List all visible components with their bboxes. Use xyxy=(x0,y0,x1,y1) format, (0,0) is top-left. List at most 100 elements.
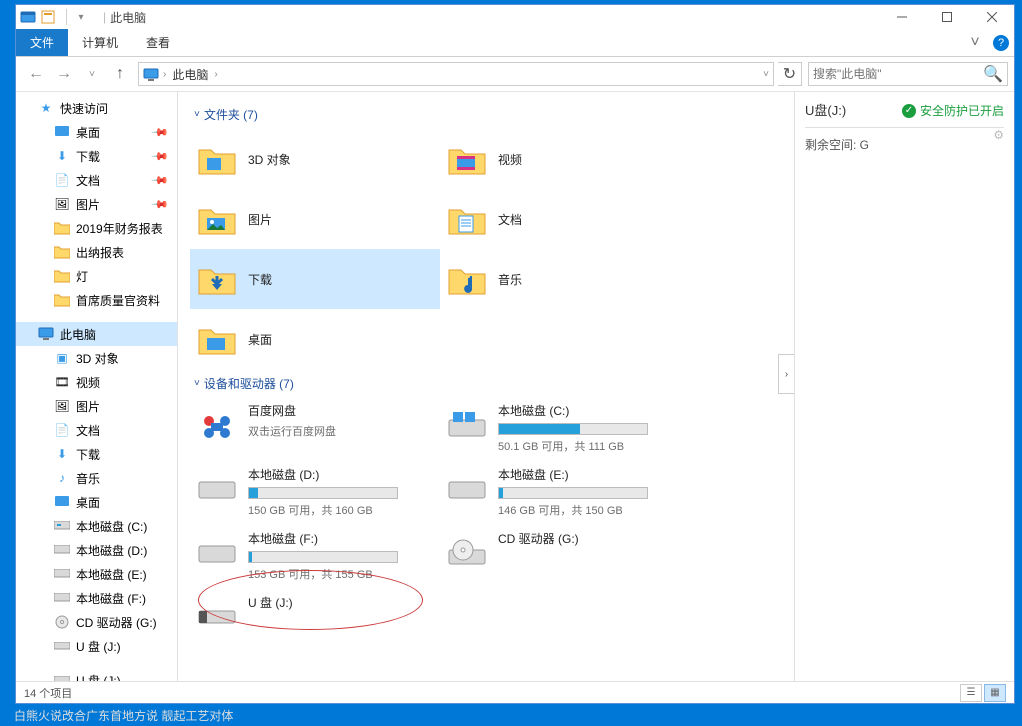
download-icon: ⬇ xyxy=(54,148,70,164)
sidebar-item-folder-fin2019[interactable]: 2019年财务报表 xyxy=(16,216,177,240)
nav-recent-button[interactable]: ˅ xyxy=(80,62,104,86)
disk-icon xyxy=(444,466,490,512)
sidebar-item-cd-g[interactable]: CD 驱动器 (G:) xyxy=(16,610,177,634)
picture-icon: 🖼 xyxy=(54,196,70,212)
close-button[interactable] xyxy=(969,5,1014,29)
folder-icon xyxy=(54,292,70,308)
nav-up-button[interactable]: ↑ xyxy=(108,62,132,86)
disk-icon xyxy=(54,566,70,582)
refresh-button[interactable]: ↻ xyxy=(778,62,802,86)
address-dropdown-icon[interactable]: ˅ xyxy=(763,69,769,80)
folder-video-icon xyxy=(444,136,490,182)
sidebar-item-folder-cashier[interactable]: 出纳报表 xyxy=(16,240,177,264)
desktop-icon xyxy=(54,124,70,140)
nav-back-button[interactable]: ← xyxy=(24,62,48,86)
tab-computer[interactable]: 计算机 xyxy=(68,29,132,56)
app-icon xyxy=(20,9,36,25)
sidebar-item-pictures[interactable]: 🖼图片 xyxy=(16,394,177,418)
star-icon: ★ xyxy=(38,100,54,116)
window-title-separator: | xyxy=(103,10,106,24)
sidebar-item-pictures[interactable]: 🖼图片📌 xyxy=(16,192,177,216)
pc-icon xyxy=(38,326,54,342)
capacity-bar xyxy=(248,551,398,563)
disk-icon xyxy=(194,530,240,576)
view-details-button[interactable]: ☰ xyxy=(960,684,982,702)
sidebar-item-disk-c[interactable]: 本地磁盘 (C:) xyxy=(16,514,177,538)
sidebar-item-usb-j-2[interactable]: U 盘 (J:) xyxy=(16,668,177,681)
folder-icon xyxy=(54,244,70,260)
status-item-count: 14 个项目 xyxy=(24,685,72,701)
body: ★快速访问 桌面📌 ⬇下载📌 📄文档📌 🖼图片📌 2019年财务报表 出纳报表 … xyxy=(16,91,1014,681)
sidebar-item-3d-objects[interactable]: ▣3D 对象 xyxy=(16,346,177,370)
details-space: 剩余空间: G xyxy=(805,136,1004,153)
sidebar-item-disk-e[interactable]: 本地磁盘 (E:) xyxy=(16,562,177,586)
cd-drive-icon xyxy=(444,530,490,576)
breadcrumb-sep-icon[interactable]: › xyxy=(214,69,217,80)
folder-item-documents[interactable]: 文档 xyxy=(440,189,690,249)
sidebar-item-disk-f[interactable]: 本地磁盘 (F:) xyxy=(16,586,177,610)
address-bar[interactable]: › 此电脑 › ˅ xyxy=(138,62,774,86)
search-box[interactable]: 🔍 xyxy=(808,62,1008,86)
sidebar-item-folder-chief[interactable]: 首席质量官资料 xyxy=(16,288,177,312)
search-icon[interactable]: 🔍 xyxy=(983,64,1003,84)
folder-item-pictures[interactable]: 图片 xyxy=(190,189,440,249)
maximize-button[interactable] xyxy=(924,5,969,29)
drive-item-usb-j[interactable]: U 盘 (J:) xyxy=(190,590,440,644)
sidebar-item-documents[interactable]: 📄文档 xyxy=(16,418,177,442)
folder-item-music[interactable]: 音乐 xyxy=(440,249,690,309)
drives-grid: 百度网盘双击运行百度网盘 本地磁盘 (C:)50.1 GB 可用，共 111 G… xyxy=(190,398,790,648)
folder-documents-icon xyxy=(444,196,490,242)
search-input[interactable] xyxy=(813,67,983,81)
sidebar-item-folder-deng[interactable]: 灯 xyxy=(16,264,177,288)
capacity-bar xyxy=(248,487,398,499)
qat-properties-icon[interactable] xyxy=(40,9,56,25)
folder-item-desktop[interactable]: 桌面 xyxy=(190,309,440,369)
folder-desktop-icon xyxy=(194,316,240,362)
sidebar-item-this-pc[interactable]: 此电脑 xyxy=(16,322,177,346)
sidebar-item-videos[interactable]: 🎞视频 xyxy=(16,370,177,394)
nav-forward-button[interactable]: → xyxy=(52,62,76,86)
drive-item-baidu[interactable]: 百度网盘双击运行百度网盘 xyxy=(190,398,440,458)
sidebar-item-downloads[interactable]: ⬇下载📌 xyxy=(16,144,177,168)
breadcrumb[interactable]: 此电脑 xyxy=(166,66,214,83)
ribbon-expand-icon[interactable]: ˅ xyxy=(962,29,988,56)
window-title: 此电脑 xyxy=(110,9,146,26)
drive-item-cd-g[interactable]: CD 驱动器 (G:) xyxy=(440,526,690,586)
help-icon: ? xyxy=(993,35,1009,51)
sidebar-item-music[interactable]: ♪音乐 xyxy=(16,466,177,490)
sidebar-item-documents[interactable]: 📄文档📌 xyxy=(16,168,177,192)
capacity-bar xyxy=(498,423,648,435)
picture-icon: 🖼 xyxy=(54,398,70,414)
sidebar-item-usb-j[interactable]: U 盘 (J:) xyxy=(16,634,177,658)
help-button[interactable]: ? xyxy=(988,29,1014,56)
tab-view[interactable]: 查看 xyxy=(132,29,184,56)
tab-file[interactable]: 文件 xyxy=(16,29,68,56)
drive-item-c[interactable]: 本地磁盘 (C:)50.1 GB 可用，共 111 GB xyxy=(440,398,690,458)
folder-pictures-icon xyxy=(194,196,240,242)
sidebar-item-downloads[interactable]: ⬇下载 xyxy=(16,442,177,466)
folder-item-downloads[interactable]: 下载 xyxy=(190,249,440,309)
folder-item-videos[interactable]: 视频 xyxy=(440,129,690,189)
qat-dropdown-icon[interactable]: ▾ xyxy=(73,9,89,25)
folder-item-3d-objects[interactable]: 3D 对象 xyxy=(190,129,440,189)
usb-icon xyxy=(54,672,70,681)
folder-icon xyxy=(54,220,70,236)
details-expand-button[interactable]: › xyxy=(778,354,794,394)
cd-icon xyxy=(54,614,70,630)
sidebar-item-disk-d[interactable]: 本地磁盘 (D:) xyxy=(16,538,177,562)
pc-icon xyxy=(143,66,159,82)
sidebar-item-desktop[interactable]: 桌面📌 xyxy=(16,120,177,144)
drive-item-f[interactable]: 本地磁盘 (F:)153 GB 可用，共 155 GB xyxy=(190,526,440,586)
document-icon: 📄 xyxy=(54,422,70,438)
folder-music-icon xyxy=(444,256,490,302)
view-icons-button[interactable]: ▦ xyxy=(984,684,1006,702)
drive-item-e[interactable]: 本地磁盘 (E:)146 GB 可用，共 150 GB xyxy=(440,462,690,522)
folder-icon xyxy=(54,268,70,284)
group-header-folders[interactable]: ˅文件夹 (7) xyxy=(190,100,790,129)
sidebar-item-quick-access[interactable]: ★快速访问 xyxy=(16,96,177,120)
minimize-button[interactable] xyxy=(879,5,924,29)
gear-icon[interactable]: ⚙ xyxy=(993,128,1004,142)
drive-item-d[interactable]: 本地磁盘 (D:)150 GB 可用，共 160 GB xyxy=(190,462,440,522)
group-header-drives[interactable]: ˅设备和驱动器 (7) xyxy=(190,369,790,398)
sidebar-item-desktop[interactable]: 桌面 xyxy=(16,490,177,514)
